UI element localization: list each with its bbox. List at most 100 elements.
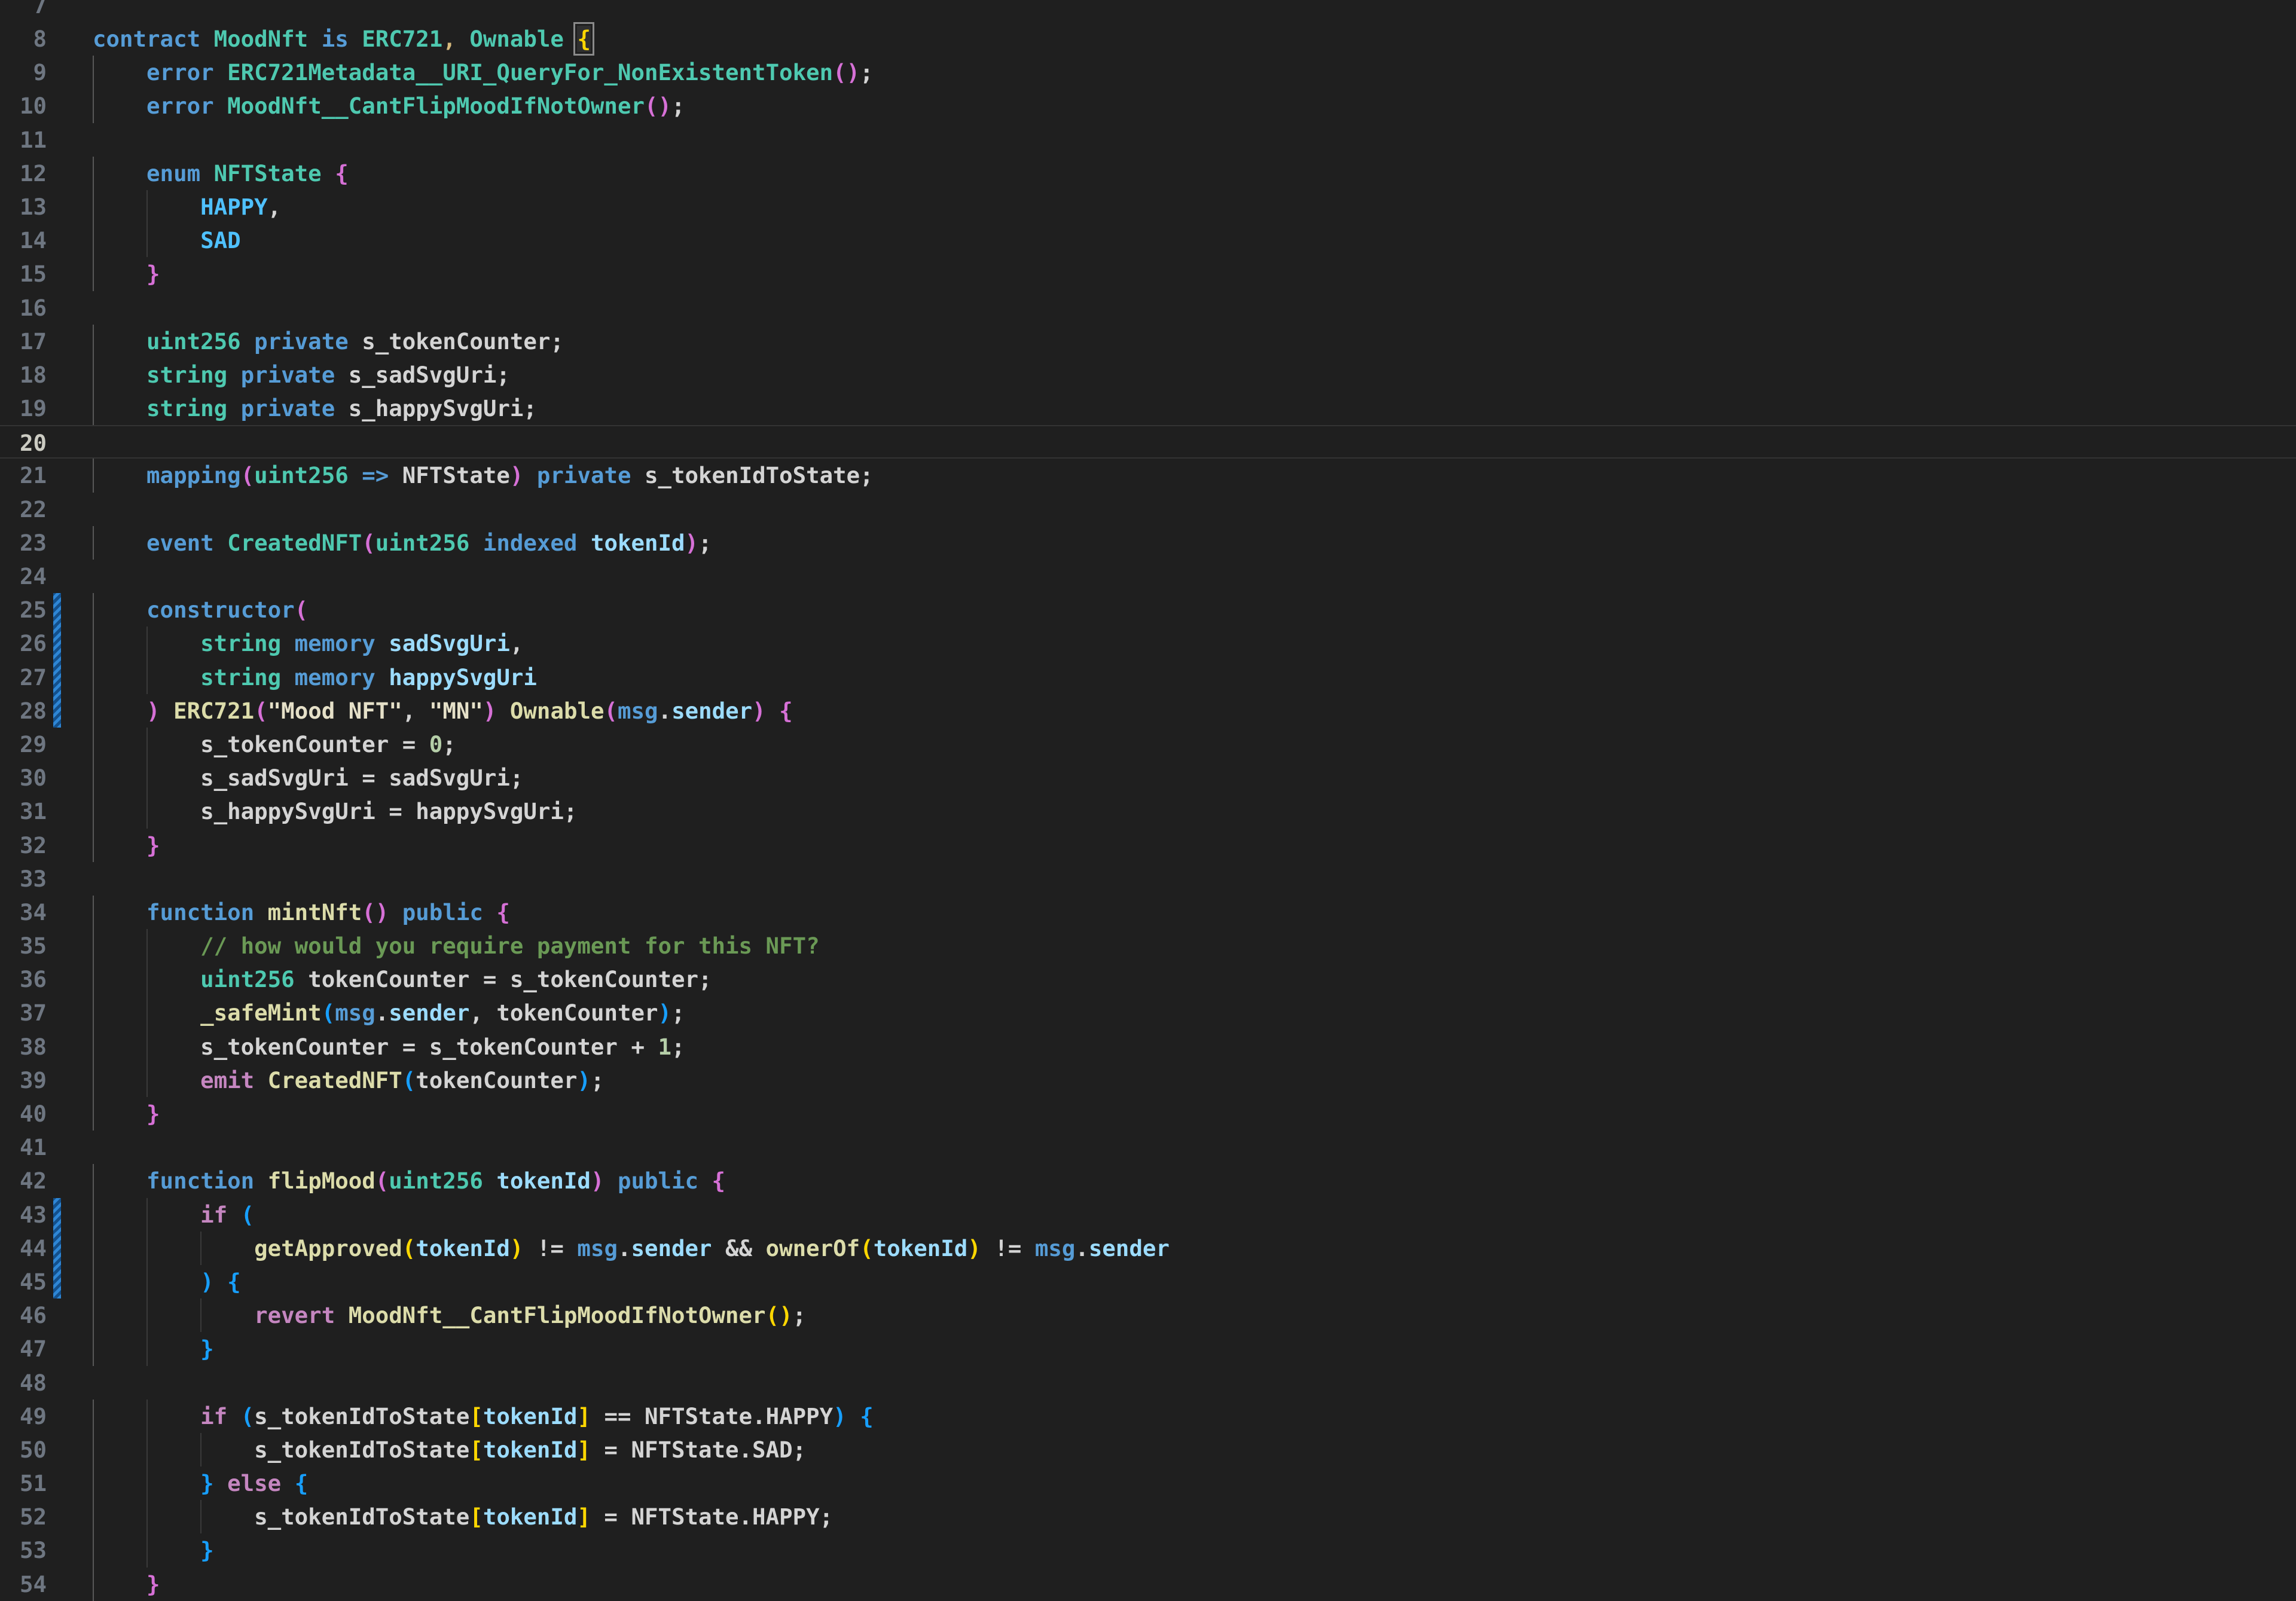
code-line[interactable]: 47 } [0, 1332, 2296, 1365]
line-number[interactable]: 25 [0, 593, 47, 627]
code-line[interactable]: 27 string memory happySvgUri [0, 661, 2296, 694]
code-line[interactable]: 44 getApproved(tokenId) != msg.sender &&… [0, 1232, 2296, 1265]
code-line[interactable]: 53 } [0, 1533, 2296, 1567]
line-number[interactable]: 44 [0, 1232, 47, 1265]
line-number[interactable]: 36 [0, 963, 47, 996]
modified-lines-gutter-indicator[interactable] [53, 593, 61, 627]
code-editor[interactable]: 78contract MoodNft is ERC721, Ownable {9… [0, 0, 2296, 1579]
line-number[interactable]: 41 [0, 1131, 47, 1164]
code-line[interactable]: 41 [0, 1131, 2296, 1164]
line-number[interactable]: 17 [0, 325, 47, 358]
code-line[interactable]: 40 } [0, 1097, 2296, 1131]
code-line[interactable]: 33 [0, 862, 2296, 896]
code-line[interactable]: 38 s_tokenCounter = s_tokenCounter + 1; [0, 1030, 2296, 1064]
code-line[interactable]: 51 } else { [0, 1466, 2296, 1500]
code-line[interactable]: 20 [0, 425, 2296, 459]
line-number[interactable]: 33 [0, 862, 47, 896]
line-number[interactable]: 26 [0, 627, 47, 660]
line-number[interactable]: 16 [0, 291, 47, 325]
code-line[interactable]: 32 } [0, 829, 2296, 862]
line-number[interactable]: 37 [0, 996, 47, 1029]
line-number[interactable]: 46 [0, 1298, 47, 1332]
line-number[interactable]: 47 [0, 1332, 47, 1365]
code-line[interactable]: 48 [0, 1366, 2296, 1400]
line-number[interactable]: 15 [0, 257, 47, 291]
code-line[interactable]: 28 ) ERC721("Mood NFT", "MN") Ownable(ms… [0, 694, 2296, 728]
line-number[interactable]: 31 [0, 795, 47, 828]
code-line[interactable]: 17 uint256 private s_tokenCounter; [0, 325, 2296, 358]
modified-lines-gutter-indicator[interactable] [53, 1265, 61, 1298]
code-line[interactable]: 18 string private s_sadSvgUri; [0, 358, 2296, 392]
code-line[interactable]: 8contract MoodNft is ERC721, Ownable { [0, 22, 2296, 56]
line-number[interactable]: 10 [0, 89, 47, 123]
code-line[interactable]: 10 error MoodNft__CantFlipMoodIfNotOwner… [0, 89, 2296, 123]
code-line[interactable]: 7 [0, 0, 2296, 22]
line-number[interactable]: 38 [0, 1030, 47, 1064]
code-line[interactable]: 37 _safeMint(msg.sender, tokenCounter); [0, 996, 2296, 1029]
line-number[interactable]: 28 [0, 694, 47, 728]
code-line[interactable]: 22 [0, 493, 2296, 526]
code-line[interactable]: 30 s_sadSvgUri = sadSvgUri; [0, 761, 2296, 795]
line-number[interactable]: 51 [0, 1466, 47, 1500]
code-line[interactable]: 46 revert MoodNft__CantFlipMoodIfNotOwne… [0, 1298, 2296, 1332]
modified-lines-gutter-indicator[interactable] [53, 1232, 61, 1265]
code-line[interactable]: 14 SAD [0, 224, 2296, 257]
line-number[interactable]: 20 [0, 426, 47, 457]
code-line[interactable]: 54 } [0, 1568, 2296, 1601]
line-number[interactable]: 12 [0, 157, 47, 190]
line-number[interactable]: 43 [0, 1198, 47, 1232]
code-line[interactable]: 49 if (s_tokenIdToState[tokenId] == NFTS… [0, 1400, 2296, 1433]
code-line[interactable]: 25 constructor( [0, 593, 2296, 627]
line-number[interactable]: 22 [0, 493, 47, 526]
code-line[interactable]: 15 } [0, 257, 2296, 291]
code-line[interactable]: 12 enum NFTState { [0, 157, 2296, 190]
modified-lines-gutter-indicator[interactable] [53, 627, 61, 660]
line-number[interactable]: 24 [0, 560, 47, 593]
line-number[interactable]: 21 [0, 459, 47, 492]
line-number[interactable]: 50 [0, 1433, 47, 1466]
code-line[interactable]: 11 [0, 123, 2296, 157]
line-number[interactable]: 9 [0, 56, 47, 89]
line-number[interactable]: 34 [0, 896, 47, 929]
line-number[interactable]: 49 [0, 1400, 47, 1433]
line-number[interactable]: 8 [0, 22, 47, 56]
code-line[interactable]: 19 string private s_happySvgUri; [0, 392, 2296, 425]
line-number[interactable]: 48 [0, 1366, 47, 1400]
line-number[interactable]: 27 [0, 661, 47, 694]
line-number[interactable]: 19 [0, 392, 47, 425]
code-line[interactable]: 34 function mintNft() public { [0, 896, 2296, 929]
line-number[interactable]: 35 [0, 929, 47, 963]
line-number[interactable]: 30 [0, 761, 47, 795]
code-line[interactable]: 43 if ( [0, 1198, 2296, 1232]
line-number[interactable]: 7 [0, 0, 47, 22]
code-line[interactable]: 39 emit CreatedNFT(tokenCounter); [0, 1064, 2296, 1097]
code-line[interactable]: 16 [0, 291, 2296, 325]
line-number[interactable]: 54 [0, 1568, 47, 1601]
code-line[interactable]: 23 event CreatedNFT(uint256 indexed toke… [0, 526, 2296, 560]
line-number[interactable]: 53 [0, 1533, 47, 1567]
line-number[interactable]: 45 [0, 1265, 47, 1298]
line-number[interactable]: 11 [0, 123, 47, 157]
line-number[interactable]: 23 [0, 526, 47, 560]
modified-lines-gutter-indicator[interactable] [53, 1198, 61, 1232]
line-number[interactable]: 40 [0, 1097, 47, 1131]
code-line[interactable]: 26 string memory sadSvgUri, [0, 627, 2296, 660]
code-line[interactable]: 21 mapping(uint256 => NFTState) private … [0, 459, 2296, 492]
code-line[interactable]: 52 s_tokenIdToState[tokenId] = NFTState.… [0, 1500, 2296, 1533]
modified-lines-gutter-indicator[interactable] [53, 661, 61, 694]
line-number[interactable]: 39 [0, 1064, 47, 1097]
code-line[interactable]: 35 // how would you require payment for … [0, 929, 2296, 963]
line-number[interactable]: 29 [0, 728, 47, 761]
code-line[interactable]: 36 uint256 tokenCounter = s_tokenCounter… [0, 963, 2296, 996]
line-number[interactable]: 52 [0, 1500, 47, 1533]
line-number[interactable]: 42 [0, 1164, 47, 1197]
line-number[interactable]: 18 [0, 358, 47, 392]
code-line[interactable]: 29 s_tokenCounter = 0; [0, 728, 2296, 761]
code-line[interactable]: 9 error ERC721Metadata__URI_QueryFor_Non… [0, 56, 2296, 89]
modified-lines-gutter-indicator[interactable] [53, 694, 61, 728]
code-line[interactable]: 13 HAPPY, [0, 190, 2296, 224]
line-number[interactable]: 13 [0, 190, 47, 224]
code-line[interactable]: 24 [0, 560, 2296, 593]
code-line[interactable]: 31 s_happySvgUri = happySvgUri; [0, 795, 2296, 828]
code-line[interactable]: 45 ) { [0, 1265, 2296, 1298]
